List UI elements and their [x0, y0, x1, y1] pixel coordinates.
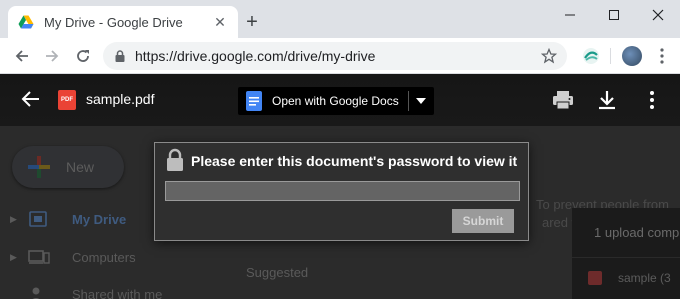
chevron-down-icon[interactable] [414, 95, 428, 107]
submit-button[interactable]: Submit [452, 209, 514, 233]
google-drive-favicon-icon [18, 15, 34, 29]
window-maximize-icon[interactable] [592, 0, 636, 30]
pdf-file-icon: PDF [58, 90, 76, 110]
extension-icon[interactable] [582, 47, 600, 65]
back-arrow-icon[interactable] [10, 44, 34, 68]
tab-title: My Drive - Google Drive [44, 14, 183, 30]
lock-icon [167, 148, 183, 171]
password-dialog-title: Please enter this document's password to… [191, 153, 518, 169]
viewer-header: PDF sample.pdf Open with Google Docs [0, 74, 680, 126]
forward-arrow-icon[interactable] [40, 44, 64, 68]
pdf-viewer-overlay: New ▶ My Drive ▶ Computers Shared with m… [0, 74, 680, 299]
computers-icon [28, 250, 50, 264]
new-plus-icon [28, 156, 50, 178]
address-url: https://drive.google.com/drive/my-drive [135, 48, 376, 64]
sidebar-label: Computers [72, 249, 136, 265]
address-bar[interactable]: https://drive.google.com/drive/my-drive [103, 42, 567, 70]
viewer-file-name: sample.pdf [86, 91, 155, 107]
sidebar-item-my-drive[interactable]: ▶ My Drive [10, 207, 126, 231]
sidebar-label: Shared with me [72, 286, 163, 299]
open-with-button[interactable]: Open with Google Docs [238, 87, 434, 115]
sidebar-label: My Drive [72, 211, 127, 227]
browser-toolbar: https://drive.google.com/drive/my-drive [0, 38, 680, 74]
shared-icon [32, 287, 40, 299]
new-button[interactable]: New [12, 146, 124, 188]
bookmark-star-icon[interactable] [541, 48, 557, 64]
my-drive-icon [29, 211, 47, 227]
browser-tab[interactable]: My Drive - Google Drive ✕ [8, 6, 238, 38]
sidebar-item-computers[interactable]: ▶ Computers [10, 245, 136, 269]
toolbar-separator [610, 48, 611, 64]
window-minimize-icon[interactable] [548, 0, 592, 30]
expand-caret-icon[interactable]: ▶ [10, 214, 20, 225]
close-viewer-back-icon[interactable] [20, 88, 42, 110]
download-icon[interactable] [596, 89, 618, 111]
upload-status-panel: 1 upload comp sample (3 [572, 208, 680, 299]
print-icon[interactable] [552, 90, 574, 110]
open-with-label: Open with Google Docs [272, 94, 399, 108]
google-docs-icon [246, 91, 262, 111]
more-options-icon[interactable] [642, 89, 662, 111]
password-input[interactable] [165, 181, 520, 201]
sidebar-item-shared-with-me[interactable]: Shared with me [10, 282, 162, 299]
pdf-file-icon [588, 271, 602, 285]
suggested-heading: Suggested [246, 265, 309, 280]
upload-item[interactable]: sample (3 [572, 258, 680, 298]
new-tab-icon[interactable]: + [241, 11, 263, 33]
expand-caret-icon[interactable]: ▶ [10, 252, 20, 263]
tab-close-icon[interactable]: ✕ [212, 14, 228, 31]
new-button-label: New [66, 159, 95, 175]
upload-status-text: 1 upload comp [572, 208, 680, 258]
open-with-divider [408, 91, 409, 111]
browser-tab-strip: My Drive - Google Drive ✕ + [0, 0, 680, 38]
chrome-menu-icon[interactable] [654, 47, 670, 65]
password-dialog: Please enter this document's password to… [154, 142, 529, 241]
upload-file-name: sample (3 [618, 271, 671, 285]
reload-icon[interactable] [71, 44, 95, 68]
secure-lock-icon [115, 50, 125, 62]
window-close-icon[interactable] [636, 0, 680, 30]
profile-avatar[interactable] [622, 46, 642, 66]
